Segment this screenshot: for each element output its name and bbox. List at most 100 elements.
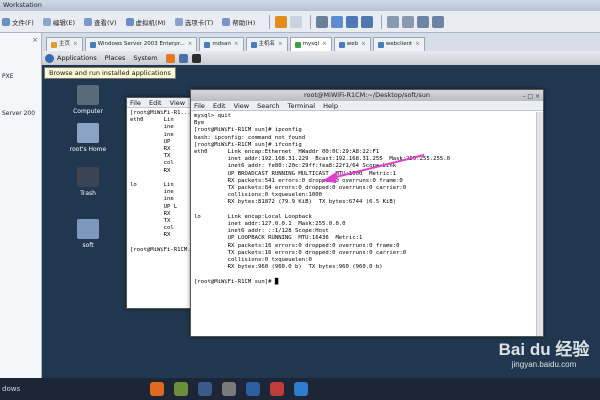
annotation-arrow-line	[331, 154, 425, 179]
vm-tab-strip: 主页 × Windows Server 2003 Enterpr... × mdsa…	[42, 33, 600, 51]
tab-home[interactable]: 主页 ×	[46, 37, 83, 51]
close-tab-icon[interactable]: ×	[188, 38, 193, 51]
annotation-arrow-head	[322, 171, 338, 183]
menu-file[interactable]: File	[130, 99, 141, 107]
vm-tab-icon	[204, 41, 211, 48]
close-library-icon[interactable]: ×	[32, 36, 38, 44]
terminal-titlebar: root@MiWiFi-R1CM:~/Desktop/soft/sun – □ …	[191, 90, 543, 101]
terminal-line: collisions:0 txqueuelen:1000	[194, 192, 322, 199]
terminal-line: RX packets:16 errors:0 dropped:0 overrun…	[194, 242, 400, 249]
applications-menu[interactable]: Applications	[57, 54, 97, 62]
app-taskbar-icon[interactable]	[294, 382, 308, 396]
close-tab-icon[interactable]: ×	[278, 38, 283, 51]
menu-search[interactable]: Search	[257, 102, 279, 110]
terminal-line: [root@MiWiFi-R1CM sun]# ipconfig	[194, 127, 302, 134]
library-entry[interactable]: Server 200	[0, 110, 41, 117]
menu-help[interactable]: Help	[323, 102, 338, 110]
tab-web[interactable]: web ×	[333, 37, 371, 51]
terminal-cursor: █	[274, 278, 279, 285]
start-label[interactable]: dows	[0, 385, 150, 393]
snapshot-manager-icon[interactable]	[361, 15, 374, 28]
menu-tabs[interactable]: 选项卡(T)	[174, 17, 213, 27]
file-icon	[2, 17, 10, 26]
firefox-taskbar-icon[interactable]	[150, 382, 164, 396]
tab-mdsan[interactable]: mdsan ×	[199, 37, 244, 51]
terminal-menubar: File Edit View Search Terminal Help	[191, 101, 543, 111]
vmware-taskbar-icon[interactable]	[198, 382, 212, 396]
toolbar-separator	[269, 14, 271, 29]
home-folder-icon	[77, 123, 99, 143]
close-tab-icon[interactable]: ×	[361, 38, 366, 51]
terminal-window-front[interactable]: root@MiWiFi-R1CM:~/Desktop/soft/sun – □ …	[190, 89, 544, 337]
menu-help[interactable]: 帮助(H)	[222, 17, 255, 27]
revert-snapshot-icon[interactable]	[346, 15, 359, 28]
close-tab-icon[interactable]: ×	[322, 38, 327, 51]
places-menu[interactable]: Places	[105, 54, 126, 62]
terminal-line: Bye	[194, 120, 205, 127]
terminal-launcher-icon[interactable]	[191, 53, 201, 63]
baidu-logo: Bai du 经验	[498, 340, 590, 359]
send-ctrl-alt-del-icon[interactable]	[316, 15, 329, 28]
app-taskbar-icon[interactable]	[246, 382, 260, 396]
terminal-output[interactable]: mysql> quit Bye [root@MiWiFi-R1CM sun]# ip…	[191, 111, 543, 288]
desktop-icon-computer[interactable]: Computer	[68, 85, 108, 115]
fullscreen-icon[interactable]	[417, 15, 430, 28]
menu-file[interactable]: 文件(F)	[2, 17, 34, 27]
terminal-line: RX bytes:960 (960.0 b) TX bytes:960 (960…	[194, 264, 383, 271]
snapshot-icon[interactable]	[331, 15, 344, 28]
library-entry[interactable]: PXE	[0, 73, 41, 80]
terminal-line: [root@MiWiFi-R1CM sun]# █	[194, 278, 279, 285]
watermark-url: jingyan.baidu.com	[511, 360, 577, 369]
tab-hostname[interactable]: 主机名 ×	[245, 37, 288, 51]
guest-desktop[interactable]: Applications Places System Browse and ru…	[42, 51, 600, 378]
menu-view[interactable]: View	[234, 102, 249, 110]
unity-icon[interactable]	[432, 15, 445, 28]
window-controls[interactable]: – □ ×	[522, 91, 540, 102]
close-tab-icon[interactable]: ×	[73, 38, 78, 51]
firefox-icon[interactable]	[165, 53, 175, 63]
app-taskbar-icon[interactable]	[222, 382, 236, 396]
app-taskbar-icon[interactable]	[270, 382, 284, 396]
vm-tab-icon	[89, 41, 96, 48]
menu-edit[interactable]: Edit	[213, 102, 226, 110]
system-menu[interactable]: System	[133, 54, 157, 62]
menu-edit[interactable]: 编辑(E)	[42, 17, 75, 27]
terminal-line: inet addr:127.0.0.1 Mask:255.0.0.0	[194, 221, 346, 228]
desktop-icon-soft[interactable]: soft	[68, 219, 108, 249]
gnome-top-panel: Applications Places System	[42, 51, 600, 65]
desktop-icon-home[interactable]: root's Home	[68, 123, 108, 153]
help-icon	[222, 17, 231, 26]
vm-menubar: 文件(F) 编辑(E) 查看(V) 虚拟机(M) 选项卡(T) 帮助(H)	[0, 11, 600, 33]
thumbnail-view-icon[interactable]	[402, 15, 415, 28]
close-tab-icon[interactable]: ×	[234, 38, 239, 51]
vm-running-icon	[294, 41, 301, 48]
terminal-line: RX bytes:81872 (79.9 KiB) TX bytes:6744 …	[194, 199, 397, 206]
toolbar-separator	[381, 14, 383, 29]
menu-terminal[interactable]: Terminal	[288, 102, 315, 110]
close-tab-icon[interactable]: ×	[415, 38, 420, 51]
menu-view[interactable]: View	[170, 99, 185, 107]
terminal-line: TX packets:16 errors:0 dropped:0 overrun…	[194, 249, 407, 256]
menu-vm[interactable]: 虚拟机(M)	[125, 17, 166, 27]
tab-webclient[interactable]: webclient ×	[372, 37, 425, 51]
desktop-icon-trash[interactable]: Trash	[68, 167, 108, 197]
terminal-line: bash: ipconfig: command not found	[194, 134, 306, 141]
menu-view[interactable]: 查看(V)	[84, 17, 117, 27]
applications-tooltip: Browse and run installed applications	[44, 67, 176, 79]
dropdown-icon[interactable]	[290, 15, 303, 28]
pause-vm-icon[interactable]	[275, 15, 288, 28]
vm-window-title: Workstation	[0, 0, 600, 11]
tabs-icon	[174, 17, 183, 26]
library-view-icon[interactable]	[387, 15, 400, 28]
trash-icon	[77, 167, 99, 187]
home-icon	[51, 41, 57, 48]
email-icon[interactable]	[178, 53, 188, 63]
app-taskbar-icon[interactable]	[174, 382, 188, 396]
terminal-scrollbar[interactable]	[536, 112, 543, 336]
tab-mysql[interactable]: mysql ×	[289, 37, 332, 51]
menu-file[interactable]: File	[194, 102, 205, 110]
menu-edit[interactable]: Edit	[149, 99, 162, 107]
terminal-line: mysql> quit	[194, 113, 232, 119]
tab-windows-server[interactable]: Windows Server 2003 Enterpr... ×	[84, 37, 198, 51]
